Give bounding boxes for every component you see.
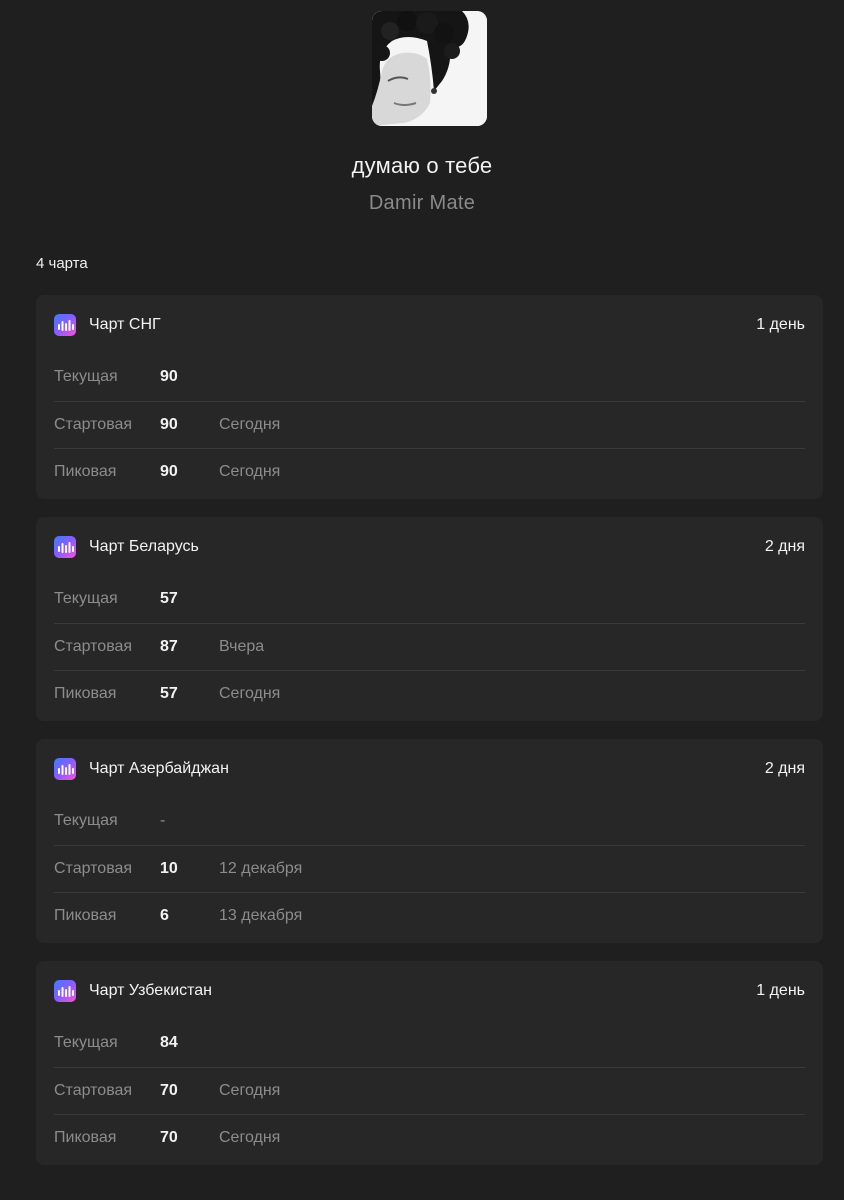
- chart-row-start: Стартовая 10 12 декабря: [54, 845, 805, 893]
- row-label: Текущая: [54, 812, 118, 829]
- chart-card-header: Чарт СНГ 1 день: [54, 314, 805, 336]
- chart-row-current: Текущая 57: [54, 576, 805, 623]
- row-value: 90: [160, 368, 178, 385]
- chart-row-peak: Пиковая 6 13 декабря: [54, 892, 805, 940]
- row-value: 70: [160, 1129, 178, 1146]
- chart-row-peak: Пиковая 90 Сегодня: [54, 448, 805, 496]
- chart-card[interactable]: Чарт Азербайджан 2 дня Текущая - Стартов…: [36, 739, 823, 943]
- chart-row-current: Текущая -: [54, 798, 805, 845]
- chart-days: 1 день: [756, 982, 805, 999]
- row-value: -: [160, 812, 166, 829]
- chart-card-header: Чарт Беларусь 2 дня: [54, 536, 805, 558]
- chart-card[interactable]: Чарт СНГ 1 день Текущая 90 Стартовая 90 …: [36, 295, 823, 499]
- chart-row-peak: Пиковая 57 Сегодня: [54, 670, 805, 718]
- chart-days: 1 день: [756, 316, 805, 333]
- chart-row-start: Стартовая 90 Сегодня: [54, 401, 805, 449]
- chart-name: Чарт Узбекистан: [89, 982, 213, 999]
- chart-card-header: Чарт Азербайджан 2 дня: [54, 758, 805, 780]
- chart-card-header: Чарт Узбекистан 1 день: [54, 980, 805, 1002]
- row-label: Стартовая: [54, 416, 133, 433]
- chart-days: 2 дня: [764, 538, 805, 555]
- row-date: 12 декабря: [219, 860, 303, 877]
- artist-name[interactable]: Damir Mate: [0, 192, 844, 215]
- row-value: 70: [160, 1082, 178, 1099]
- cover-art: [372, 11, 487, 126]
- row-date: Сегодня: [219, 416, 281, 433]
- chart-row-peak: Пиковая 70 Сегодня: [54, 1114, 805, 1162]
- soundwave-chart-icon: [54, 980, 76, 1002]
- chart-row-start: Стартовая 70 Сегодня: [54, 1067, 805, 1115]
- soundwave-chart-icon: [54, 314, 76, 336]
- chart-count-label: 4 чарта: [36, 255, 88, 272]
- row-date: 13 декабря: [219, 907, 303, 924]
- row-date: Вчера: [219, 638, 265, 655]
- chart-name: Чарт Азербайджан: [89, 760, 229, 777]
- cover-art-image: [372, 11, 487, 126]
- row-date: Сегодня: [219, 1082, 281, 1099]
- row-label: Пиковая: [54, 907, 117, 924]
- chart-name: Чарт Беларусь: [89, 538, 199, 555]
- row-label: Текущая: [54, 368, 118, 385]
- row-label: Пиковая: [54, 463, 117, 480]
- row-label: Текущая: [54, 590, 118, 607]
- chart-row-current: Текущая 90: [54, 354, 805, 401]
- row-value: 10: [160, 860, 178, 877]
- row-label: Пиковая: [54, 1129, 117, 1146]
- chart-name: Чарт СНГ: [89, 316, 161, 333]
- row-label: Пиковая: [54, 685, 117, 702]
- chart-card[interactable]: Чарт Беларусь 2 дня Текущая 57 Стартовая…: [36, 517, 823, 721]
- row-date: Сегодня: [219, 463, 281, 480]
- soundwave-chart-icon: [54, 758, 76, 780]
- soundwave-chart-icon: [54, 536, 76, 558]
- row-value: 57: [160, 685, 178, 702]
- row-label: Стартовая: [54, 1082, 133, 1099]
- track-charts-page: думаю о тебе Damir Mate 4 чарта Чарт СНГ…: [0, 0, 844, 1200]
- row-value: 57: [160, 590, 178, 607]
- row-value: 87: [160, 638, 178, 655]
- row-label: Стартовая: [54, 860, 133, 877]
- chart-row-start: Стартовая 87 Вчера: [54, 623, 805, 671]
- row-value: 6: [160, 907, 169, 924]
- row-label: Текущая: [54, 1034, 118, 1051]
- row-date: Сегодня: [219, 1129, 281, 1146]
- chart-row-current: Текущая 84: [54, 1020, 805, 1067]
- row-date: Сегодня: [219, 685, 281, 702]
- row-value: 90: [160, 416, 178, 433]
- track-title: думаю о тебе: [351, 153, 493, 178]
- chart-days: 2 дня: [764, 760, 805, 777]
- row-label: Стартовая: [54, 638, 133, 655]
- chart-card[interactable]: Чарт Узбекистан 1 день Текущая 84 Старто…: [36, 961, 823, 1165]
- row-value: 84: [160, 1034, 178, 1051]
- row-value: 90: [160, 463, 178, 480]
